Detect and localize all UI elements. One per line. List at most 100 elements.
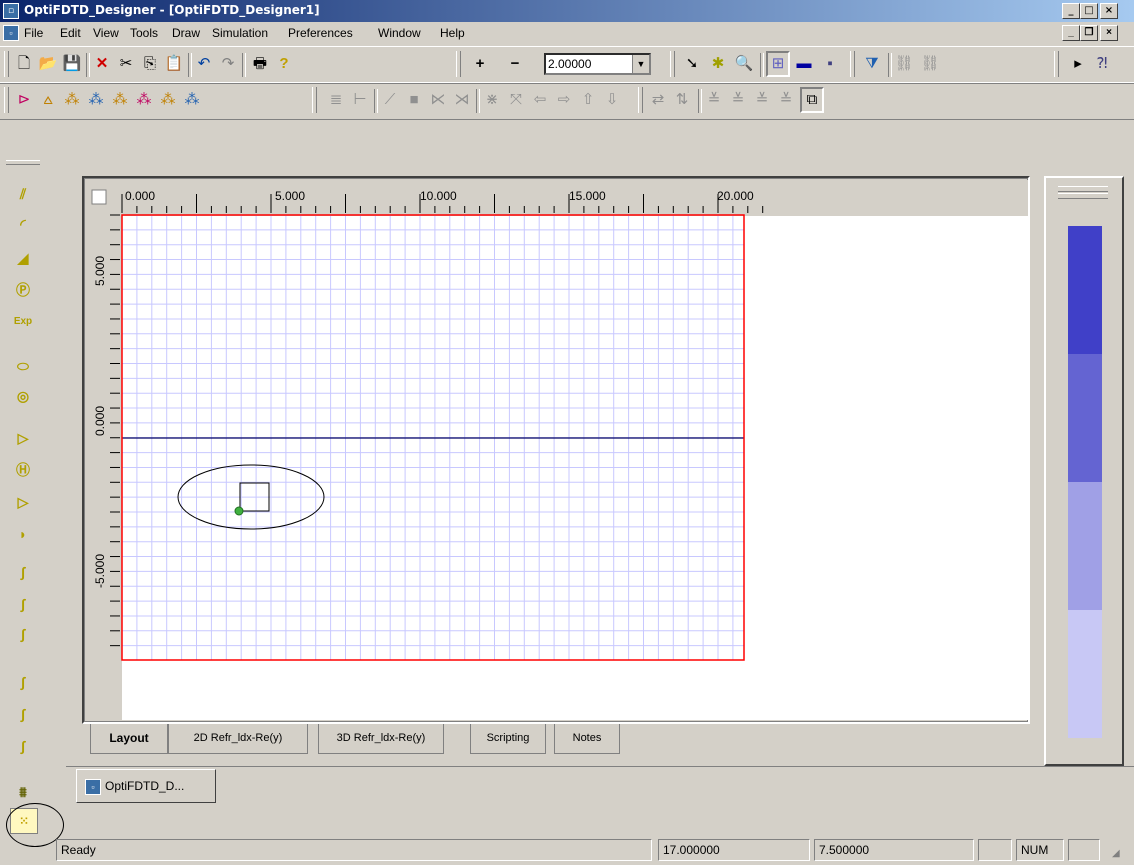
doc-minimize-button[interactable]: _ (1062, 25, 1080, 41)
wg-arrange-4-icon[interactable]: ⁂ (134, 89, 154, 111)
align-left-icon[interactable]: ≣ (326, 89, 346, 111)
s-bend-cosine-2-icon[interactable]: ∫ (10, 734, 36, 758)
arc-waveguide-icon[interactable]: ◜ (10, 212, 36, 236)
context-help-icon[interactable]: ⁈ (1092, 53, 1112, 75)
tab-2d-refr-idx[interactable]: 2D Refr_ldx-Re(y) (168, 724, 308, 754)
ellipse-icon[interactable]: ⬭ (10, 354, 36, 378)
flip-icon[interactable]: ⟋ (380, 89, 400, 111)
zoom-combo[interactable]: 2.00000 ▼ (544, 53, 651, 75)
tab-3d-refr-idx[interactable]: 3D Refr_ldx-Re(y) (318, 724, 444, 754)
layout-canvas[interactable]: 0.000 5.000 10.000 15.000 20.000 5.000 0… (86, 180, 1028, 720)
zoom-region-icon[interactable]: 🔍 (734, 53, 754, 75)
menu-preferences[interactable]: Preferences (288, 26, 353, 40)
exponential-icon[interactable]: Exp (10, 310, 36, 334)
doc-restore-button[interactable]: ❐ (1080, 25, 1098, 41)
s-bend-arc-icon[interactable]: ∫ (10, 560, 36, 584)
lattice-icon[interactable]: ⩩ (10, 780, 36, 804)
d-shape-icon[interactable]: ▷ (10, 490, 36, 514)
save-icon[interactable]: 💾 (62, 53, 82, 75)
print-icon[interactable]: 🖶 (250, 53, 270, 75)
menu-tools[interactable]: Tools (130, 26, 158, 40)
menu-simulation[interactable]: Simulation (212, 26, 268, 40)
s-bend-sine-2-icon[interactable]: ∫ (10, 702, 36, 726)
menu-file[interactable]: File (24, 26, 43, 40)
menu-view[interactable]: View (93, 26, 119, 40)
move-left-icon[interactable]: ⇦ (530, 89, 550, 111)
zoom-in-icon[interactable]: + (470, 53, 490, 75)
select-arrow-icon[interactable]: ➘ (682, 53, 702, 75)
tab-notes[interactable]: Notes (554, 724, 620, 754)
redo-icon[interactable]: ↷ (218, 53, 238, 75)
unlink-icon[interactable]: ⛓ (920, 53, 940, 75)
wg-arrange-2-icon[interactable]: ⁂ (86, 89, 106, 111)
wg-arrange-5-icon[interactable]: ⁂ (158, 89, 178, 111)
resize-grip-icon[interactable]: ◢ (1112, 848, 1120, 859)
group-2-icon[interactable]: ≚ (728, 89, 748, 111)
wg-arrange-1-icon[interactable]: ⁂ (62, 89, 82, 111)
select-multiple-icon[interactable]: ✱ (708, 53, 728, 75)
triangle-icon[interactable]: ▷ (10, 426, 36, 450)
new-file-icon[interactable]: 🗋 (14, 53, 34, 75)
cut-icon[interactable]: ✂ (116, 53, 136, 75)
close-button[interactable]: × (1100, 3, 1118, 19)
paste-icon[interactable]: 📋 (164, 53, 184, 75)
tab-scripting[interactable]: Scripting (470, 724, 546, 754)
same-width-icon[interactable]: ⋉ (428, 89, 448, 111)
align-horizontal-icon[interactable]: ⊳ (14, 89, 34, 111)
ring-icon[interactable]: ◎ (10, 384, 36, 408)
document-tab[interactable]: ▫ OptiFDTD_D... (76, 769, 216, 803)
parabolic-icon[interactable]: Ⓟ (10, 278, 36, 302)
move-right-icon[interactable]: ⇨ (554, 89, 574, 111)
group-4-icon[interactable]: ≚ (776, 89, 796, 111)
move-down-icon[interactable]: ⇩ (602, 89, 622, 111)
d-shape-2-icon[interactable]: ◗ (10, 522, 36, 546)
doc-close-button[interactable]: × (1100, 25, 1118, 41)
minimize-button[interactable]: _ (1062, 3, 1080, 19)
swap-vertical-icon[interactable]: ⇅ (672, 89, 692, 111)
app-icon[interactable]: ▫ (3, 3, 19, 19)
anchor-point[interactable] (234, 506, 244, 516)
align-vertical-icon[interactable]: ⩟ (38, 89, 58, 111)
link-icon[interactable]: ⛓ (894, 53, 914, 75)
maximize-button[interactable]: □ (1080, 3, 1098, 19)
wg-arrange-3-icon[interactable]: ⁂ (110, 89, 130, 111)
document-icon[interactable]: ▫ (3, 25, 19, 41)
distribute-icon[interactable]: ⊢ (350, 89, 370, 111)
run-simulation-icon[interactable]: ▸ (1068, 53, 1088, 75)
menu-draw[interactable]: Draw (172, 26, 200, 40)
swap-horizontal-icon[interactable]: ⇄ (648, 89, 668, 111)
menu-edit[interactable]: Edit (60, 26, 81, 40)
s-bend-sine-icon[interactable]: ∫ (10, 592, 36, 616)
menu-help[interactable]: Help (440, 26, 465, 40)
group-3-icon[interactable]: ≚ (752, 89, 772, 111)
linear-waveguide-icon[interactable]: ⫽ (10, 182, 36, 206)
open-folder-icon[interactable]: 📂 (38, 53, 58, 75)
wg-arrange-6-icon[interactable]: ⁂ (182, 89, 202, 111)
expand-icon[interactable]: ⤧ (506, 89, 526, 111)
connect-icon[interactable]: ⧩ (862, 53, 882, 75)
delete-icon[interactable]: ✕ (92, 53, 112, 75)
same-height-icon[interactable]: ⋊ (452, 89, 472, 111)
tab-layout[interactable]: Layout (90, 724, 168, 754)
input-plane-icon[interactable]: ▬ (794, 53, 814, 75)
properties-icon[interactable]: ⧉ (800, 87, 824, 113)
toolbar-grip (456, 51, 461, 77)
ruler-corner-checkbox[interactable] (91, 189, 107, 205)
zoom-out-icon[interactable]: − (505, 53, 525, 75)
s-bend-arc-2-icon[interactable]: ∫ (10, 670, 36, 694)
same-size-icon[interactable]: ■ (404, 89, 424, 111)
undo-icon[interactable]: ↶ (194, 53, 214, 75)
s-bend-cosine-icon[interactable]: ∫ (10, 622, 36, 646)
help-icon[interactable]: ? (274, 53, 294, 75)
observation-point-icon[interactable]: ▪ (820, 53, 840, 75)
ruler-v-label: 0.000 (93, 406, 107, 436)
h-shape-icon[interactable]: Ⓗ (10, 458, 36, 482)
taper-waveguide-icon[interactable]: ◢ (10, 246, 36, 270)
grid-snap-icon[interactable]: ⊞ (766, 51, 790, 77)
chevron-down-icon[interactable]: ▼ (632, 55, 649, 73)
menu-window[interactable]: Window (378, 26, 421, 40)
center-icon[interactable]: ⋇ (482, 89, 502, 111)
group-1-icon[interactable]: ≚ (704, 89, 724, 111)
copy-icon[interactable]: ⎘ (140, 53, 160, 75)
move-up-icon[interactable]: ⇧ (578, 89, 598, 111)
